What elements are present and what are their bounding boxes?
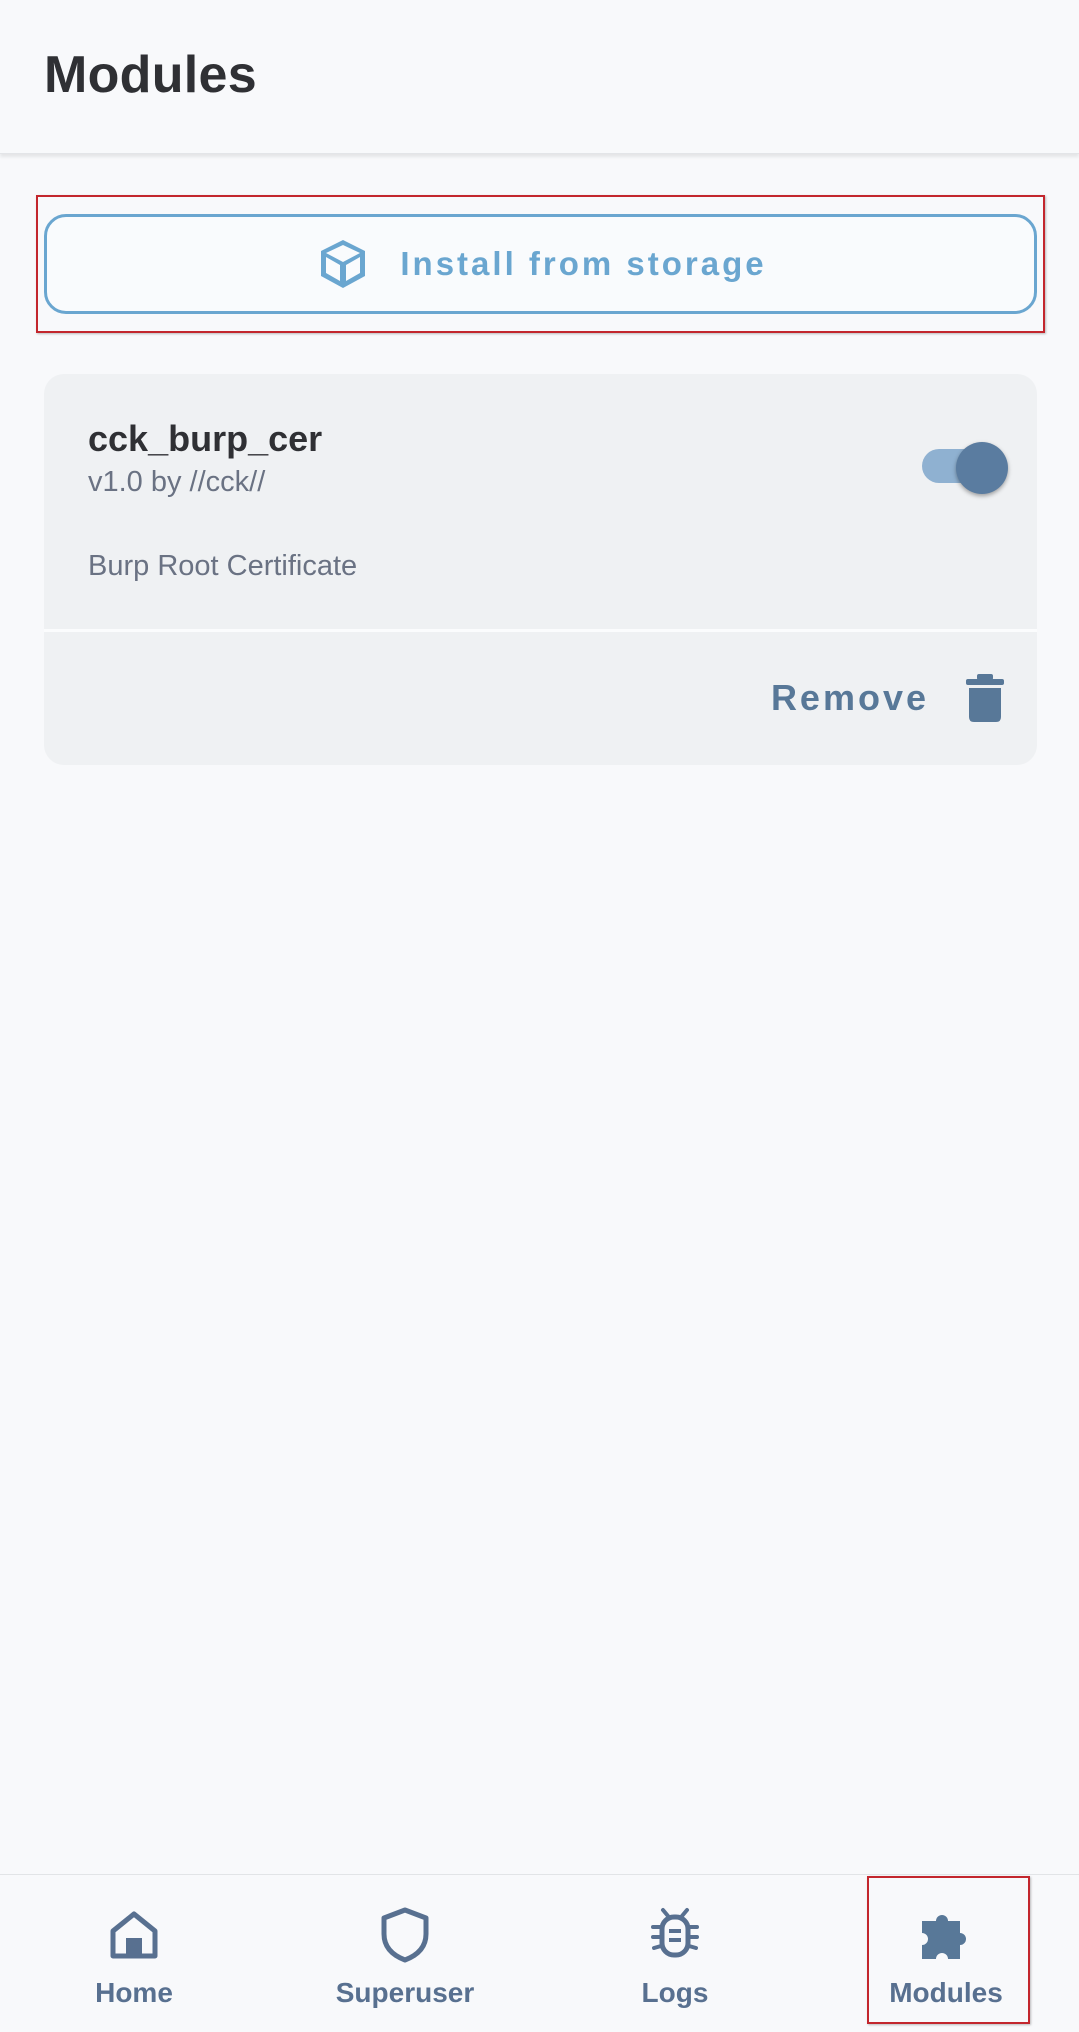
- puzzle-icon: [916, 1905, 976, 1965]
- install-from-storage-button[interactable]: Install from storage: [44, 214, 1037, 314]
- module-card: cck_burp_cer v1.0 by //cck// Burp Root C…: [44, 374, 1037, 765]
- remove-button[interactable]: Remove: [771, 672, 1007, 724]
- nav-label-modules: Modules: [889, 1977, 1003, 2008]
- module-version-author: v1.0 by //cck//: [88, 466, 266, 498]
- top-app-bar: Modules: [0, 0, 1079, 154]
- module-description: Burp Root Certificate: [88, 550, 358, 582]
- nav-label-home: Home: [95, 1977, 173, 2008]
- shield-icon: [375, 1905, 435, 1965]
- module-enable-toggle[interactable]: [918, 432, 1008, 496]
- nav-item-modules[interactable]: Modules: [846, 1875, 1046, 2032]
- page-title: Modules: [44, 46, 257, 104]
- home-icon: [104, 1905, 164, 1965]
- toggle-thumb: [956, 442, 1008, 494]
- install-button-label: Install from storage: [400, 245, 767, 282]
- bottom-navigation: Home Superuser Logs Modules: [0, 1874, 1079, 2032]
- nav-label-superuser: Superuser: [335, 1977, 475, 2008]
- module-name: cck_burp_cer: [88, 418, 323, 459]
- module-info: cck_burp_cer v1.0 by //cck// Burp Root C…: [44, 374, 1037, 629]
- remove-button-label: Remove: [770, 677, 929, 718]
- nav-item-logs[interactable]: Logs: [575, 1875, 775, 2032]
- nav-label-logs: Logs: [641, 1977, 709, 2008]
- module-actions: Remove: [44, 632, 1037, 765]
- nav-item-superuser[interactable]: Superuser: [305, 1875, 505, 2032]
- nav-item-home[interactable]: Home: [34, 1875, 234, 2032]
- trash-icon: [963, 672, 1007, 724]
- bug-icon: [645, 1905, 705, 1965]
- box-icon: [314, 235, 372, 293]
